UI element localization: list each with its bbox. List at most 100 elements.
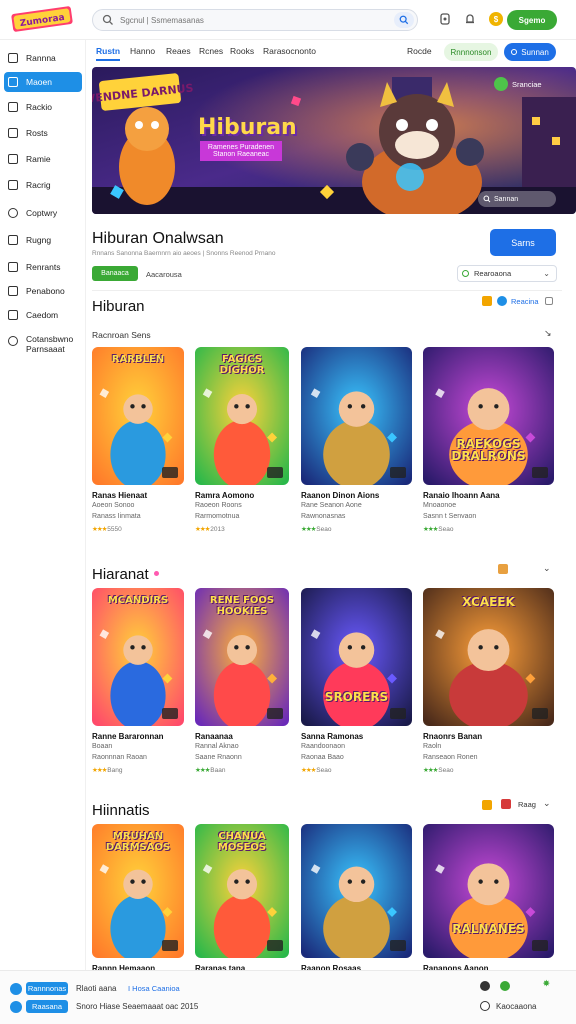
game-card[interactable]: MRUHAN DARMSAOS [92, 824, 184, 958]
chevron-icon[interactable]: ↘ [544, 328, 552, 339]
game-card-art [423, 824, 554, 958]
gift-icon[interactable] [501, 799, 511, 809]
primary-button[interactable]: Sarns [490, 229, 556, 256]
gift-icon[interactable] [498, 564, 508, 574]
search-button[interactable] [394, 12, 414, 28]
sidebar-item[interactable]: Caedom [4, 305, 82, 325]
sidebar-item[interactable]: Rannna [4, 48, 82, 68]
logo[interactable]: Zumoraa [10, 4, 74, 34]
search-bar[interactable] [92, 9, 418, 31]
search-icon [399, 15, 409, 25]
game-card-art [301, 347, 412, 485]
sidebar-item[interactable]: Penabono [4, 281, 82, 301]
footer-right-text[interactable]: Kaocaaona [496, 1002, 536, 1011]
sidebar-item-label: Maoen [26, 77, 52, 87]
card-title[interactable]: Ranas Hienaat [92, 491, 147, 500]
card-rating: ★★★ Seao [423, 766, 453, 774]
hero-search[interactable]: Sannan [478, 191, 556, 207]
nav-primary-button[interactable]: Sunnan [504, 43, 556, 61]
card-rating-value: 2013 [210, 526, 225, 533]
sidebar-item[interactable]: Racrig [4, 175, 82, 195]
tab[interactable]: Rooks [230, 46, 254, 56]
card-rating: ★★★ Bang [92, 766, 122, 774]
top-cta-button[interactable]: Sgemo [507, 10, 557, 30]
card-title[interactable]: Rnaonrs Banan [423, 732, 482, 741]
nav-right-text[interactable]: Rocde [407, 46, 432, 56]
game-card[interactable]: RALNANES [423, 824, 554, 958]
card-subtitle: Rane Seanon Aone [301, 502, 362, 509]
top-bar: Zumoraa $ Sgemo [0, 0, 576, 40]
game-card[interactable]: SRORERS [301, 588, 412, 726]
apple-icon[interactable] [480, 981, 490, 991]
user-icon [10, 1001, 22, 1013]
card-title[interactable]: Sanna Ramonas [301, 732, 363, 741]
game-card[interactable]: RARBLEN [92, 347, 184, 485]
tab[interactable]: Rcnes [199, 46, 223, 56]
footer-button[interactable]: Rannnonas [26, 982, 68, 995]
card-title[interactable]: Ramra Aomono [195, 491, 254, 500]
search-input[interactable] [120, 15, 380, 25]
sidebar-item[interactable]: Cotansbwno Parnsaaat [4, 334, 82, 360]
tab[interactable]: Rarasocnonto [263, 46, 316, 56]
card-subtitle: Raandoonaon [301, 743, 345, 750]
sidebar-item[interactable]: Rackio [4, 97, 82, 117]
sidebar-item-label: Caedom [26, 310, 59, 320]
star-icon: ★★★ [92, 526, 108, 533]
star-icon: ★★★ [195, 767, 211, 774]
section-link[interactable]: Reacina [511, 297, 539, 306]
doc-icon [8, 128, 18, 138]
tab[interactable]: Reaes [166, 46, 191, 56]
sidebar-item[interactable]: Rugng [4, 230, 82, 250]
game-card[interactable] [301, 824, 412, 958]
hero-badge-label: Sranciae [512, 79, 542, 89]
card-meta: Ranass Iinmata [92, 513, 141, 520]
game-card-art-title: RARBLEN [111, 354, 165, 365]
game-card[interactable]: FAGICS DIGHOR [195, 347, 289, 485]
android-icon[interactable]: ✵ [543, 979, 550, 988]
hero-title: Hiburan [198, 115, 297, 140]
sidebar-item[interactable]: Renrants [4, 257, 82, 277]
sort-select[interactable]: Rearoaona ⌄ [457, 265, 557, 282]
chevron-down-icon[interactable]: ⌄ [543, 798, 551, 809]
game-card[interactable]: MCANDIRS [92, 588, 184, 726]
game-card-art-title: RALNANES [452, 922, 525, 937]
filter-chip[interactable]: Banaaca [92, 266, 138, 281]
section-title: Hiaranat [92, 566, 149, 583]
settings-icon[interactable] [438, 12, 452, 26]
card-title[interactable]: Ranne Bararonnan [92, 732, 164, 741]
notification-icon[interactable] [463, 12, 477, 26]
section-link[interactable]: Raag [518, 800, 536, 809]
star-icon: ★★★ [92, 767, 108, 774]
card-rating: ★★★ Seao [423, 525, 453, 533]
android-icon[interactable] [500, 981, 510, 991]
card-title[interactable]: Ranaio Ihoann Aana [423, 491, 500, 500]
sidebar-item[interactable]: Ramie [4, 149, 82, 169]
sidebar-item[interactable]: Rosts [4, 123, 82, 143]
section-subtitle: Racnroan Sens [92, 330, 151, 340]
sidebar-item[interactable]: Maoen [4, 72, 82, 92]
footer-link[interactable]: I Hosa Caanioa [128, 984, 180, 993]
tab[interactable]: Hanno [130, 46, 155, 56]
footer-button[interactable]: Raasana [26, 1000, 68, 1013]
card-title[interactable]: Raanon Dinon Aions [301, 491, 379, 500]
card-rating-value: Baan [210, 767, 226, 774]
hero-badge[interactable]: Sranciae [494, 75, 568, 93]
chevron-down-icon[interactable]: ⌄ [543, 563, 551, 574]
game-card[interactable]: XCAEEK [423, 588, 554, 726]
hero-banner[interactable]: VENDNE DARNUS Hiburan Ramenes Puradenen … [92, 67, 576, 214]
home-icon [8, 53, 18, 63]
card-rating: ★★★ 2013 [195, 525, 225, 533]
game-card[interactable]: CHANUA MOSEOS [195, 824, 289, 958]
sidebar-item-label: Rannna [26, 53, 56, 63]
sidebar-item[interactable]: Coptwry [4, 203, 82, 223]
game-card[interactable] [301, 347, 412, 485]
card-title[interactable]: Ranaanaa [195, 732, 233, 741]
game-card[interactable]: RAEKOGS DRALRONS [423, 347, 554, 485]
filter-chip-text[interactable]: Aacarousa [146, 270, 182, 279]
game-card[interactable]: RENE FOOS HOOKIES [195, 588, 289, 726]
coin-icon[interactable]: $ [489, 12, 503, 26]
status-dot-icon [462, 270, 469, 277]
nav-filter-button[interactable]: Rnnnonson [444, 43, 498, 61]
close-icon[interactable] [545, 297, 553, 305]
tab[interactable]: Rustn [96, 46, 121, 61]
